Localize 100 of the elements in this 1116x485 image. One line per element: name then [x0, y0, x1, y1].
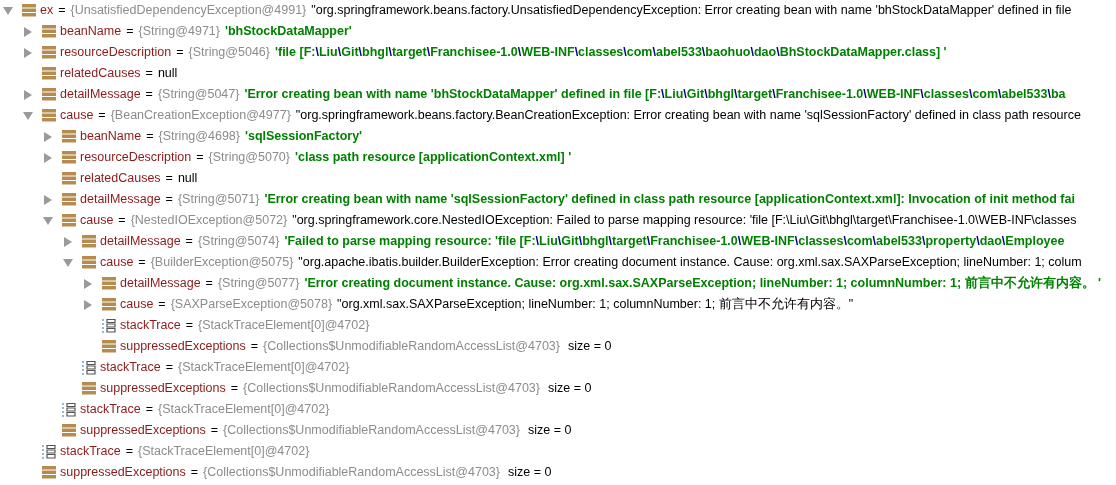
field-icon: [42, 88, 56, 101]
field-icon: [62, 172, 76, 185]
expand-arrow-icon[interactable]: [63, 236, 73, 247]
field-icon: [82, 382, 96, 395]
array-icon: [102, 318, 116, 333]
string-value: 'file [F:\Liu\Git\bhgl\target\Franchisee-1.0\WEB-INF\classes\com\abel533\baohuo\dao\BhStockDataMapper.class] ': [275, 44, 947, 62]
string-value: 'bhStockDataMapper': [225, 23, 352, 41]
variable-name: cause: [120, 296, 154, 314]
variable-name: suppressedExceptions: [100, 380, 226, 398]
object-reference: {BuilderException@5075}: [150, 254, 294, 272]
collapse-arrow-icon[interactable]: [43, 215, 53, 226]
equals-sign: =: [118, 212, 126, 230]
object-reference: {String@5077}: [217, 275, 300, 293]
equals-sign: =: [210, 422, 219, 440]
string-value: 'class path resource [applicationContext.xml] ': [295, 149, 572, 167]
field-icon: [62, 130, 76, 143]
expand-arrow-icon[interactable]: [83, 299, 93, 310]
field-icon: [102, 298, 116, 311]
object-reference: {String@5047}: [157, 86, 240, 104]
variable-name: suppressedExceptions: [60, 464, 186, 482]
variable-name: suppressedExceptions: [80, 422, 206, 440]
variable-name: stackTrace: [100, 359, 161, 377]
equals-sign: =: [185, 317, 193, 335]
expand-arrow-icon[interactable]: [43, 152, 53, 163]
equals-sign: =: [176, 44, 184, 62]
equals-sign: =: [138, 254, 146, 272]
object-reference: {Collections$UnmodifiableRandomAccessList@4703}: [263, 338, 560, 356]
array-icon: [82, 360, 96, 375]
equals-sign: =: [165, 170, 173, 188]
field-icon: [62, 193, 76, 206]
equals-sign: =: [205, 275, 213, 293]
expand-arrow-icon[interactable]: [23, 26, 33, 37]
field-icon: [42, 46, 56, 59]
string-value: 'Error creating bean with name 'sqlSessionFactory' defined in class path resource [applicationContext.xml]: Invocation of init method fai: [264, 191, 1075, 209]
null-value: null: [177, 170, 198, 188]
variable-name: suppressedExceptions: [120, 338, 246, 356]
array-icon: [62, 402, 76, 417]
collapse-arrow-icon[interactable]: [63, 257, 73, 268]
variable-name: detailMessage: [60, 86, 141, 104]
string-value: 'sqlSessionFactory': [245, 128, 363, 146]
object-reference: {String@5070}: [208, 149, 290, 167]
field-icon: [42, 109, 56, 122]
variable-name: beanName: [60, 23, 122, 41]
object-reference: {String@5071}: [177, 191, 260, 209]
object-value: "org.apache.ibatis.builder.BuilderException: Error creating document instance. Cause: org.xml.sax.SAXParseException; lineNumber: 1; colum: [298, 254, 1082, 272]
object-reference: {String@5074}: [197, 233, 280, 251]
variable-name: ex: [40, 2, 54, 20]
expand-arrow-icon[interactable]: [43, 131, 53, 142]
field-icon: [82, 256, 96, 269]
object-reference: {StackTraceElement[0]@4702}: [138, 443, 310, 461]
equals-sign: =: [126, 23, 134, 41]
variable-name: cause: [60, 107, 94, 125]
field-icon: [82, 235, 96, 248]
equals-sign: =: [190, 464, 199, 482]
field-icon: [22, 4, 36, 17]
object-reference: {String@4698}: [158, 128, 240, 146]
object-reference: {StackTraceElement[0]@4702}: [158, 401, 330, 419]
field-icon: [102, 340, 116, 353]
equals-sign: =: [230, 380, 239, 398]
size-value: size = 0: [548, 380, 592, 398]
variable-name: beanName: [80, 128, 142, 146]
size-value: size = 0: [568, 338, 612, 356]
null-value: null: [157, 65, 178, 83]
variable-name: stackTrace: [120, 317, 181, 335]
field-icon: [42, 67, 56, 80]
object-reference: {Collections$UnmodifiableRandomAccessList@4703}: [223, 422, 520, 440]
object-reference: {SAXParseException@5078}: [170, 296, 333, 314]
collapse-arrow-icon[interactable]: [23, 110, 33, 121]
object-value: "org.springframework.beans.factory.UnsatisfiedDependencyException: Error creating bean with name 'bhStockDataMapper' defined in file: [311, 2, 1072, 20]
string-value: 'Error creating document instance. Cause: org.xml.sax.SAXParseException; lineNumber: 1; columnNumber: 1; 前言中不允许有内容。 ': [304, 274, 1101, 293]
variable-name: stackTrace: [80, 401, 141, 419]
object-reference: {BeanCreationException@4977}: [110, 107, 291, 125]
object-value: "org.xml.sax.SAXParseException; lineNumber: 1; columnNumber: 1; 前言中不允许有内容。": [337, 296, 854, 314]
expand-arrow-icon[interactable]: [43, 194, 53, 205]
expand-arrow-icon[interactable]: [23, 47, 33, 58]
string-value: 'Error creating bean with name 'bhStockDataMapper' defined in file [F:\Liu\Git\bhgl\target\Franchisee-1.0\WEB-INF\classes\com\abel533\ba: [244, 86, 1066, 104]
field-icon: [102, 277, 116, 290]
variable-name: cause: [100, 254, 134, 272]
variable-name: relatedCauses: [60, 65, 141, 83]
equals-sign: =: [250, 338, 259, 356]
equals-sign: =: [145, 401, 153, 419]
object-reference: {String@5046}: [188, 44, 270, 62]
variable-name: detailMessage: [120, 275, 201, 293]
object-reference: {Collections$UnmodifiableRandomAccessList@4703}: [243, 380, 540, 398]
expand-arrow-icon[interactable]: [83, 278, 93, 289]
expand-arrow-icon[interactable]: [23, 89, 33, 100]
field-icon: [62, 151, 76, 164]
field-icon: [42, 25, 56, 38]
equals-sign: =: [58, 2, 66, 20]
equals-sign: =: [145, 86, 153, 104]
equals-sign: =: [158, 296, 166, 314]
equals-sign: =: [145, 65, 153, 83]
field-icon: [62, 424, 76, 437]
array-icon: [42, 444, 56, 459]
variable-name: resourceDescription: [60, 44, 172, 62]
equals-sign: =: [146, 128, 154, 146]
collapse-arrow-icon[interactable]: [3, 5, 13, 16]
variable-name: cause: [80, 212, 114, 230]
variable-name: stackTrace: [60, 443, 121, 461]
object-reference: {String@4971}: [138, 23, 220, 41]
